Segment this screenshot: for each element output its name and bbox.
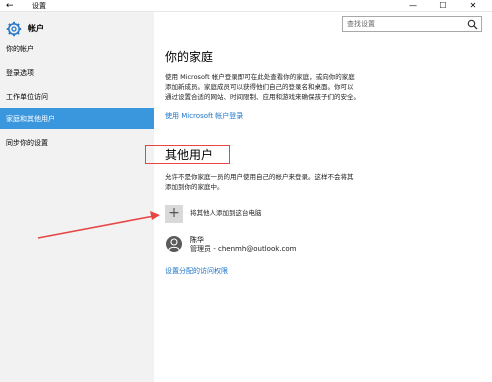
person-icon (168, 238, 180, 251)
search-placeholder: 查找设置 (347, 20, 375, 28)
search-icon[interactable] (467, 19, 478, 30)
sidebar-item-label: 同步你的设置 (6, 139, 48, 147)
sidebar-item-label: 你的帐户 (6, 45, 34, 53)
sidebar-home-label: 帐户 (28, 24, 44, 33)
sidebar-item-label: 家庭和其他用户 (6, 115, 55, 123)
user-detail: 管理员 - chenmh@outlook.com (190, 245, 297, 253)
maximize-button[interactable]: ☐ (432, 0, 454, 12)
add-user-label[interactable]: 将其他人添加到这台电脑 (190, 208, 262, 218)
family-description-line: 添加新成员。家庭成员可以获得他们自己的登录名和桌面。你可以 (165, 83, 354, 91)
sidebar-item-sign-in-options[interactable]: 登录选项 (0, 62, 154, 84)
sidebar-item-sync-settings[interactable]: 同步你的设置 (0, 132, 154, 154)
family-heading: 你的家庭 (165, 50, 214, 64)
add-user-button[interactable]: + (165, 205, 183, 223)
signin-microsoft-link[interactable]: 使用 Microsoft 帐户登录 (165, 111, 243, 121)
assigned-access-link[interactable]: 设置分配的访问权限 (165, 266, 228, 276)
title-bar: ← 设置 — ☐ ✕ (0, 0, 492, 12)
back-arrow-icon[interactable]: ← (6, 1, 14, 11)
other-users-description-line: 允许不是你家庭一员的用户使用自己的帐户来登录。这样不会将其 (165, 173, 354, 181)
sidebar-item-work-access[interactable]: 工作单位访问 (0, 86, 154, 108)
gear-icon (6, 21, 22, 37)
sidebar-item-family-other-users[interactable]: 家庭和其他用户 (0, 108, 154, 129)
search-input[interactable]: 查找设置 (342, 16, 482, 32)
other-users-heading: 其他用户 (165, 148, 214, 162)
window-title: 设置 (32, 2, 46, 10)
user-name[interactable]: 陈华 (190, 236, 204, 245)
sidebar: 帐户 你的帐户 登录选项 工作单位访问 家庭和其他用户 同步你的设置 (0, 12, 154, 382)
sidebar-item-label: 工作单位访问 (6, 93, 48, 101)
sidebar-home[interactable]: 帐户 (0, 18, 154, 40)
other-users-description-line: 添加到你的家庭中。 (165, 183, 224, 191)
minimize-button[interactable]: — (402, 0, 424, 12)
plus-icon: + (168, 205, 180, 221)
family-description-line: 通过设置合适的网站、时间限制、应用和游戏来确保孩子们的安全。 (165, 93, 360, 101)
user-avatar[interactable] (166, 236, 182, 252)
sidebar-item-label: 登录选项 (6, 69, 34, 77)
close-button[interactable]: ✕ (462, 0, 484, 12)
family-description-line: 使用 Microsoft 帐户登录即可在此处查看你的家庭，或向你的家庭 (165, 73, 355, 81)
sidebar-item-your-account[interactable]: 你的帐户 (0, 38, 154, 60)
